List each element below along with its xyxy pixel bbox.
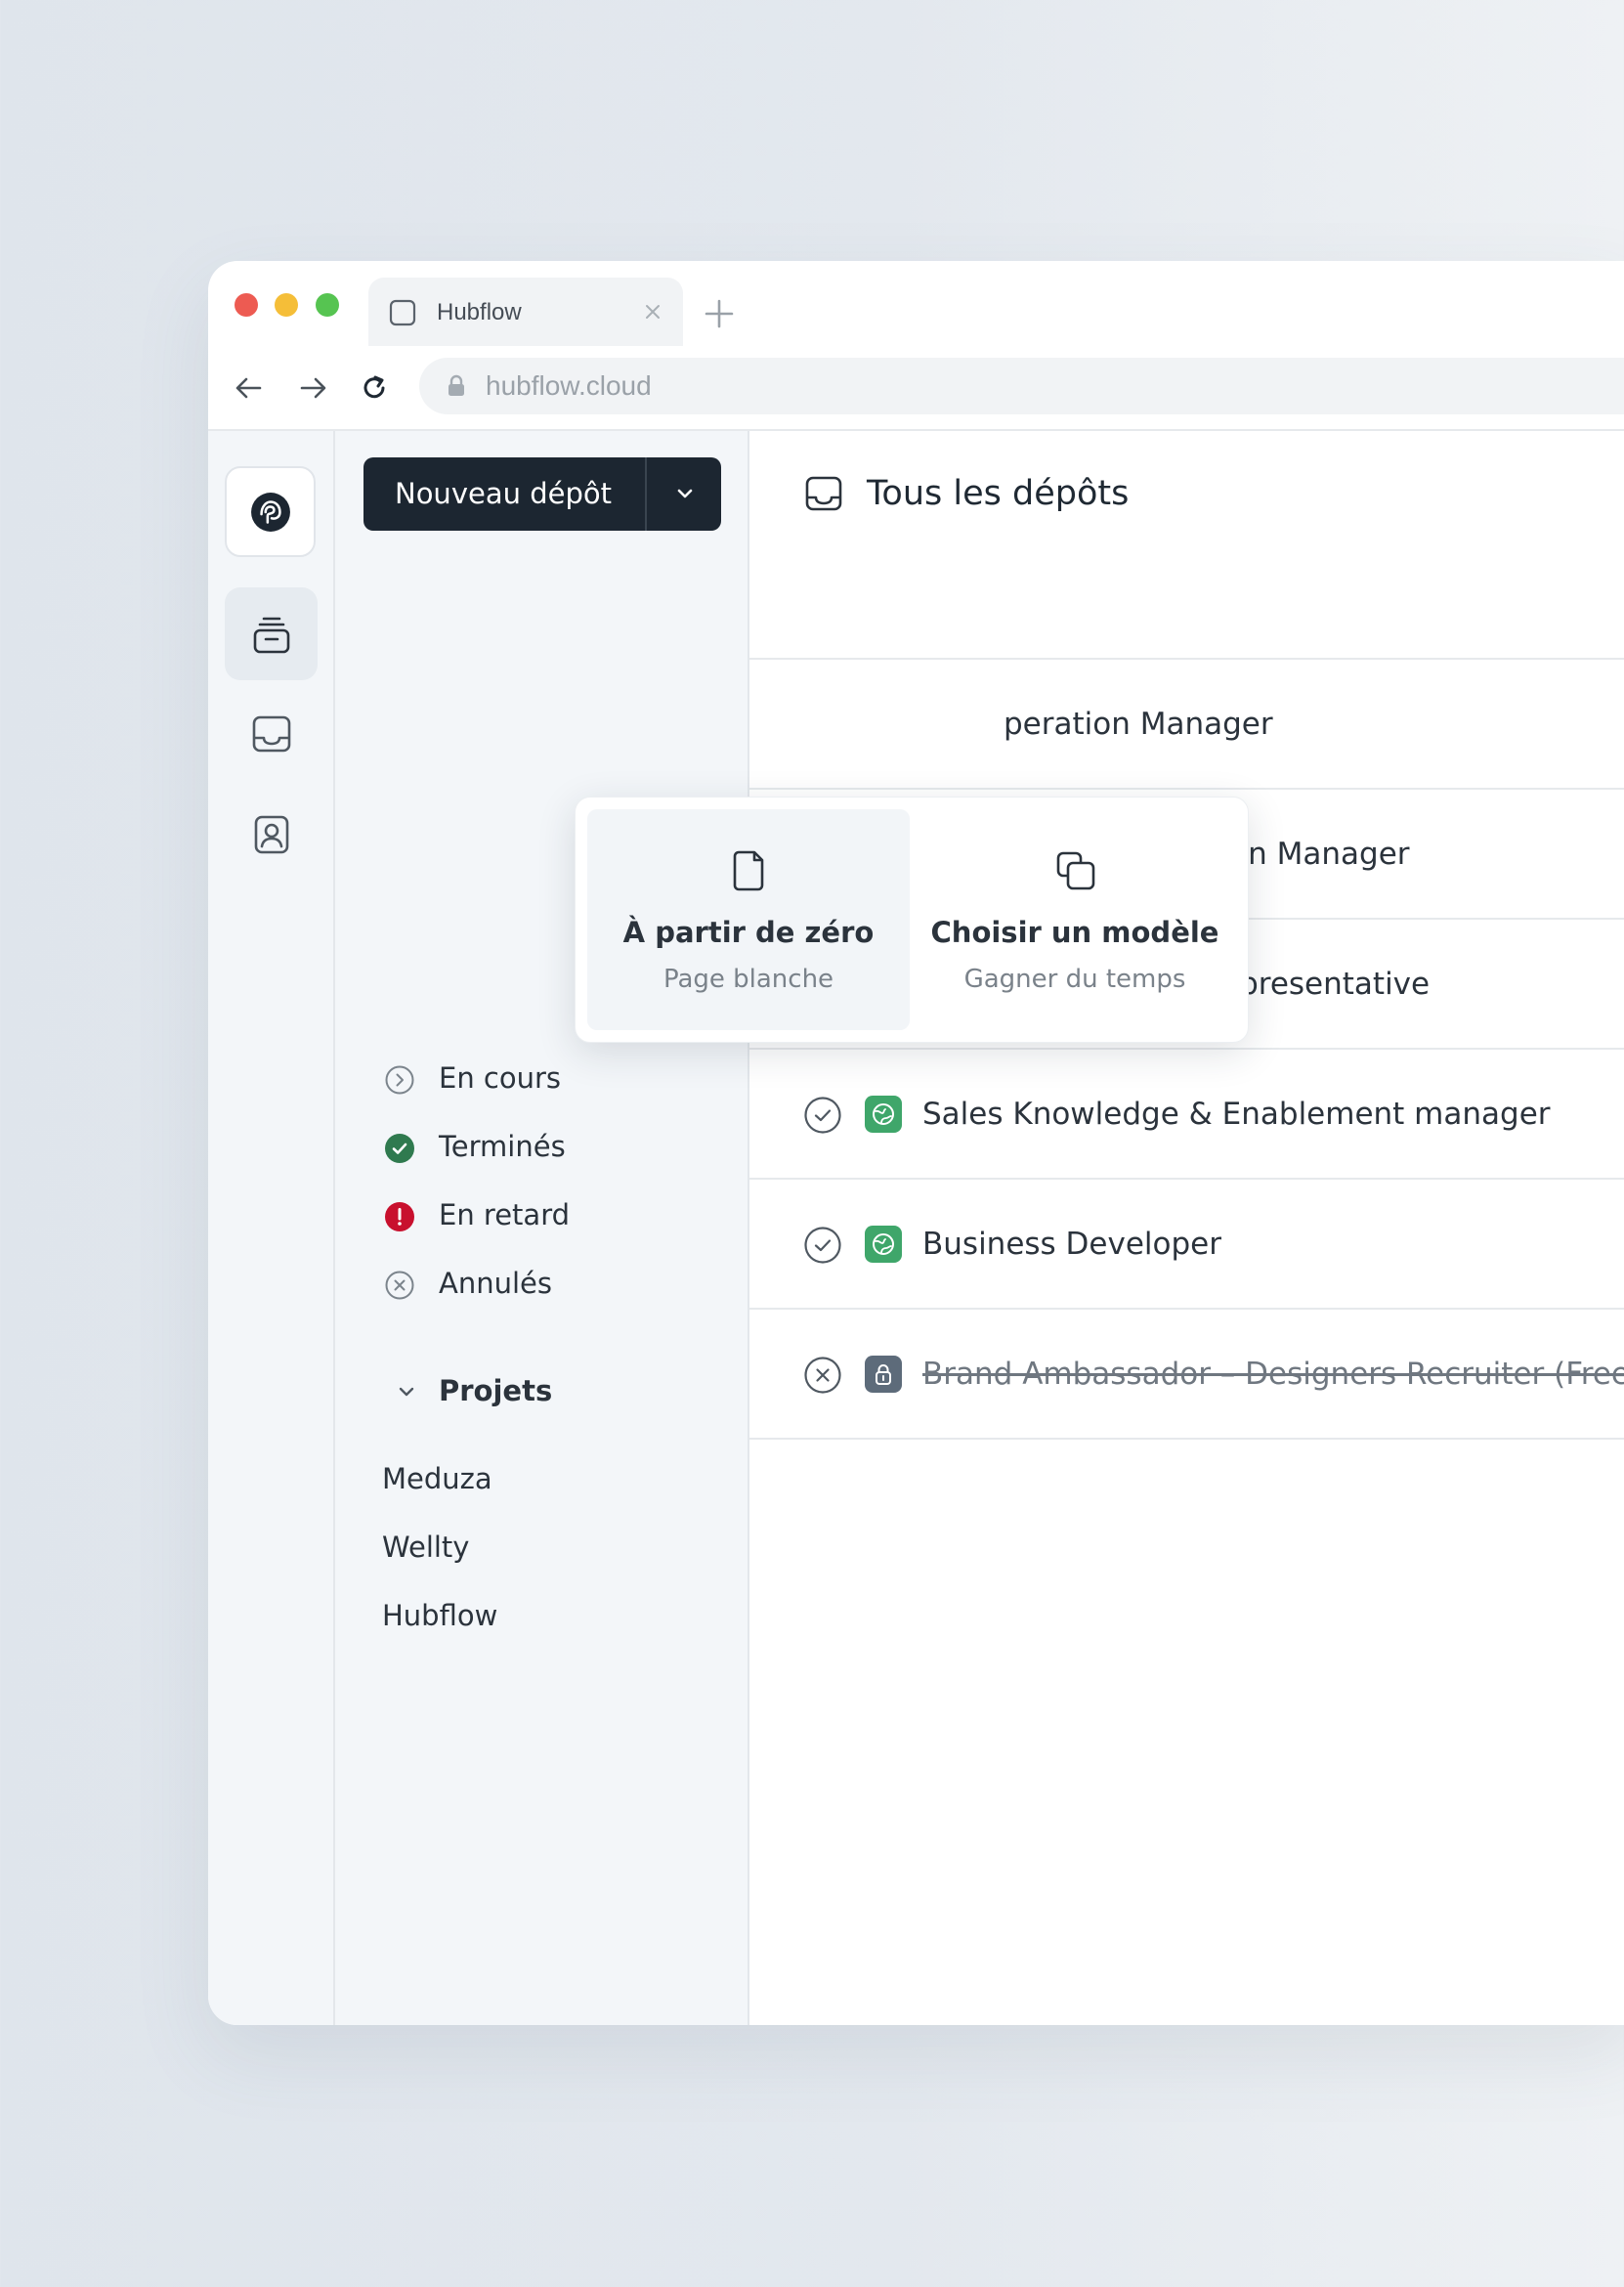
minimize-window-button[interactable] (275, 293, 298, 317)
close-tab-icon[interactable] (640, 299, 665, 324)
new-depot-menu: À partir de zéro Page blanche Choisir un… (575, 797, 1249, 1043)
contact-icon (254, 815, 289, 854)
rail-item-inbox[interactable] (225, 687, 318, 780)
browser-window: Hubflow hubflow.cloud Nouveau dépôt En c… (208, 261, 1624, 2025)
status-label: En retard (439, 1198, 571, 1231)
rail-item-contacts[interactable] (225, 788, 318, 881)
inbox-icon (805, 476, 842, 511)
status-label: Terminés (439, 1130, 566, 1163)
url-text: hubflow.cloud (486, 370, 652, 401)
logo-icon (251, 493, 290, 532)
close-window-button[interactable] (235, 293, 258, 317)
back-arrow-icon[interactable] (231, 369, 268, 407)
project-item-meduza[interactable]: Meduza (382, 1461, 492, 1496)
browser-toolbar: hubflow.cloud (208, 347, 1624, 431)
status-label: Annulés (439, 1267, 552, 1300)
app-rail (208, 431, 335, 2025)
lock-icon (449, 374, 464, 396)
menu-option-title: Choisir un modèle (930, 916, 1219, 949)
depot-row[interactable]: Business Developer (749, 1178, 1624, 1309)
blank-page-icon (733, 850, 764, 891)
status-label: En cours (439, 1061, 562, 1095)
main-content: Tous les dépôts peration Manager Senior … (749, 431, 1624, 2025)
menu-option-subtitle: Gagner du temps (963, 965, 1186, 994)
app-logo[interactable] (225, 466, 316, 557)
browser-tab[interactable]: Hubflow (368, 278, 683, 346)
page-title: Tous les dépôts (867, 474, 1130, 513)
reload-icon[interactable] (356, 369, 393, 407)
chevron-down-icon[interactable] (670, 479, 700, 508)
depot-title: Sales Knowledge & Enablement manager (922, 1097, 1551, 1132)
globe-icon (873, 1233, 894, 1255)
button-divider (645, 457, 647, 531)
menu-option-template[interactable]: Choisir un modèle Gagner du temps (914, 809, 1236, 1030)
forward-arrow-icon[interactable] (294, 369, 331, 407)
sidebar: Nouveau dépôt En cours Terminés En retar… (335, 431, 749, 2025)
browser-titlebar: Hubflow (208, 261, 1624, 346)
globe-icon (873, 1103, 894, 1125)
copy-template-icon (1056, 851, 1095, 890)
lock-icon (876, 1364, 891, 1385)
depot-row[interactable]: peration Manager (749, 658, 1624, 789)
depot-row[interactable]: Sales Knowledge & Enablement manager (749, 1048, 1624, 1179)
chevron-down-icon (399, 1387, 414, 1397)
x-circle-icon (385, 1271, 414, 1300)
check-circle-icon (804, 1227, 841, 1264)
depot-row[interactable]: Brand Ambassador – Designers Recruiter (… (749, 1308, 1624, 1439)
maximize-window-button[interactable] (316, 293, 339, 317)
project-item-hubflow[interactable]: Hubflow (382, 1598, 497, 1633)
depot-title: peration Manager (1004, 707, 1273, 742)
tab-title: Hubflow (437, 299, 522, 325)
rail-item-depots[interactable] (225, 587, 318, 680)
depot-title: Business Developer (922, 1227, 1221, 1262)
menu-option-title: À partir de zéro (622, 916, 875, 949)
chevron-circle-icon (385, 1065, 414, 1095)
check-circle-filled-icon (385, 1134, 414, 1163)
lock-badge (865, 1356, 902, 1393)
x-circle-icon (804, 1357, 841, 1394)
depot-title: Brand Ambassador – Designers Recruiter (… (922, 1357, 1624, 1392)
address-bar[interactable]: hubflow.cloud (419, 358, 1624, 414)
new-depot-button[interactable]: Nouveau dépôt (363, 457, 721, 531)
menu-option-subtitle: Page blanche (662, 965, 834, 994)
stack-icon (253, 617, 290, 654)
page-icon (389, 299, 416, 326)
globe-badge (865, 1226, 902, 1263)
inbox-icon (252, 715, 291, 753)
new-depot-label: Nouveau dépôt (395, 477, 612, 510)
list-end-divider (749, 1438, 1624, 1569)
projects-heading: Projets (439, 1374, 553, 1407)
project-item-wellty[interactable]: Wellty (382, 1530, 469, 1565)
check-circle-icon (804, 1097, 841, 1134)
globe-badge (865, 1096, 902, 1133)
new-tab-icon[interactable] (702, 296, 737, 331)
alert-circle-filled-icon (385, 1202, 414, 1231)
menu-option-from-scratch[interactable]: À partir de zéro Page blanche (587, 809, 910, 1030)
